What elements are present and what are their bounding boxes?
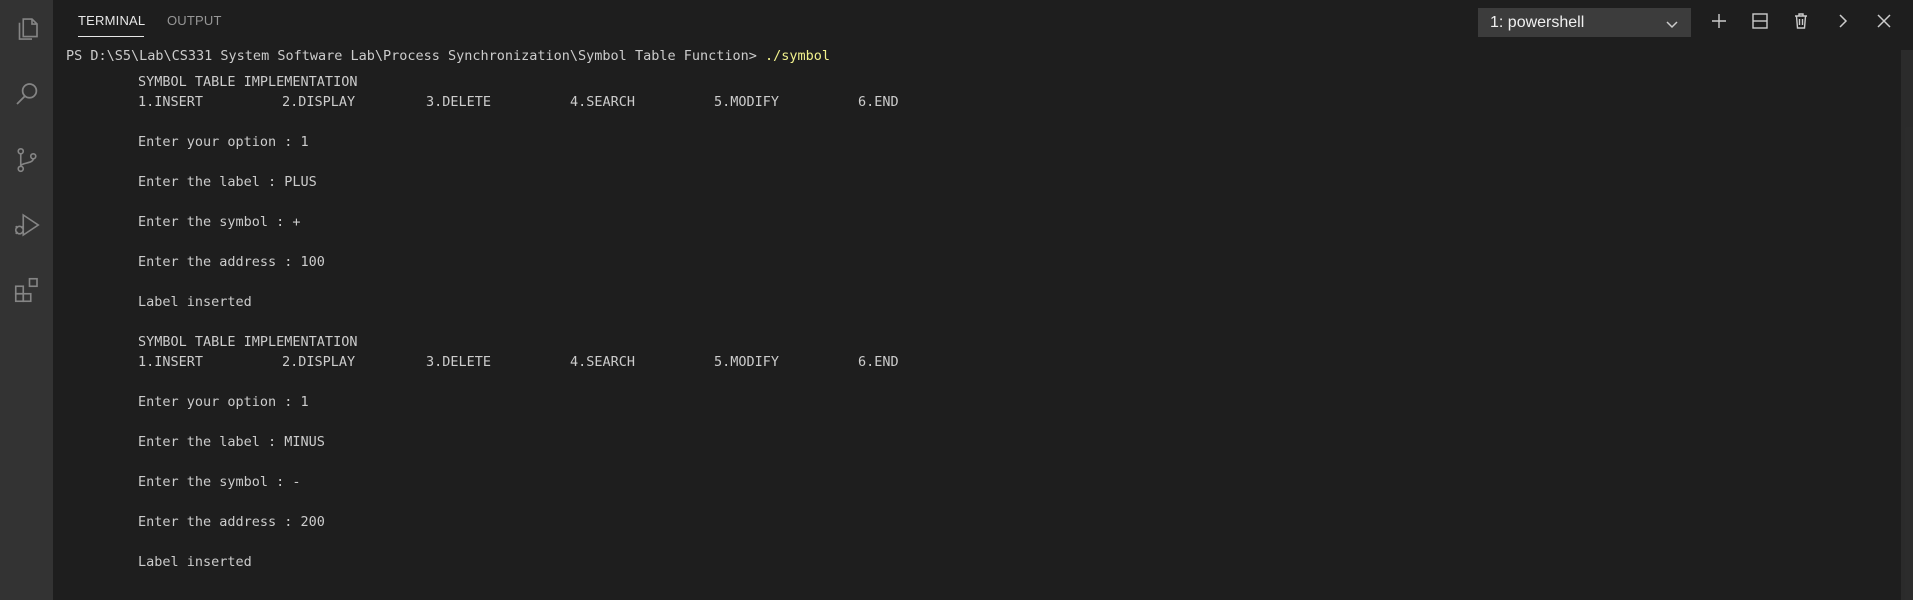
menu-item: 1.INSERT	[138, 354, 204, 370]
new-terminal-button[interactable]	[1705, 8, 1733, 34]
terminal-scrollbar[interactable]	[1901, 50, 1913, 600]
terminal-panel: TERMINAL OUTPUT 1: powershell PS D:\S5\L…	[53, 0, 1913, 600]
prompt-line: PS D:\S5\Lab\CS331 System Software Lab\P…	[66, 46, 830, 66]
menu-title: SYMBOL TABLE IMPLEMENTATION	[138, 334, 358, 350]
close-panel-button[interactable]	[1870, 8, 1898, 34]
files-icon[interactable]	[0, 5, 53, 53]
menu-item: 1.INSERT	[138, 94, 204, 110]
menu-item: 3.DELETE	[426, 354, 492, 370]
terminal-output[interactable]: PS D:\S5\Lab\CS331 System Software Lab\P…	[66, 46, 1896, 600]
menu-options: 1.INSERT 2.DISPLAY 3.DELETE 4.SEARCH 5.M…	[138, 92, 899, 112]
terminal-select-value: 1: powershell	[1490, 14, 1585, 31]
menu-item: 4.SEARCH	[570, 354, 636, 370]
extensions-icon[interactable]	[0, 266, 53, 314]
close-icon	[1877, 14, 1891, 28]
trash-icon	[1795, 13, 1807, 29]
label-line: Enter the label : PLUS	[138, 174, 317, 190]
menu-item: 5.MODIFY	[714, 94, 780, 110]
symbol-line: Enter the symbol : -	[138, 474, 301, 490]
search-icon[interactable]	[0, 70, 53, 118]
menu-title: SYMBOL TABLE IMPLEMENTATION	[138, 74, 358, 90]
terminal-instance-select[interactable]: 1: powershell	[1478, 8, 1691, 37]
menu-item: 6.END	[858, 354, 899, 370]
split-icon	[1752, 13, 1768, 29]
address-line: Enter the address : 100	[138, 254, 325, 270]
chevron-down-icon	[1666, 21, 1678, 29]
split-terminal-button[interactable]	[1746, 8, 1774, 34]
command-text: ./symbol	[764, 48, 831, 64]
menu-item: 6.END	[858, 94, 899, 110]
tab-terminal[interactable]: TERMINAL	[78, 13, 145, 28]
address-line: Enter the address : 200	[138, 514, 325, 530]
kill-terminal-button[interactable]	[1787, 8, 1815, 34]
option-line: Enter your option : 1	[138, 134, 309, 150]
panel-tab-header: TERMINAL OUTPUT 1: powershell	[53, 0, 1913, 44]
label-line: Enter the label : MINUS	[138, 434, 325, 450]
symbol-line: Enter the symbol : +	[138, 214, 301, 230]
source-control-icon[interactable]	[0, 136, 53, 184]
prompt-text: PS D:\S5\Lab\CS331 System Software Lab\P…	[66, 48, 765, 64]
menu-item: 2.DISPLAY	[282, 94, 356, 110]
menu-item: 2.DISPLAY	[282, 354, 356, 370]
active-tab-indicator	[78, 36, 144, 37]
menu-item: 4.SEARCH	[570, 94, 636, 110]
chevron-right-icon	[1839, 14, 1848, 28]
activity-bar	[0, 0, 53, 600]
vscode-window: TERMINAL OUTPUT 1: powershell PS D:\S5\L…	[0, 0, 1913, 600]
option-line: Enter your option : 1	[138, 394, 309, 410]
tab-output[interactable]: OUTPUT	[167, 13, 222, 28]
result-line: Label inserted	[138, 294, 252, 310]
menu-options: 1.INSERT 2.DISPLAY 3.DELETE 4.SEARCH 5.M…	[138, 352, 899, 372]
menu-item: 3.DELETE	[426, 94, 492, 110]
result-line: Label inserted	[138, 554, 252, 570]
run-debug-icon[interactable]	[0, 201, 53, 249]
maximize-panel-button[interactable]	[1829, 8, 1857, 34]
plus-icon	[1712, 14, 1726, 28]
menu-item: 5.MODIFY	[714, 354, 780, 370]
